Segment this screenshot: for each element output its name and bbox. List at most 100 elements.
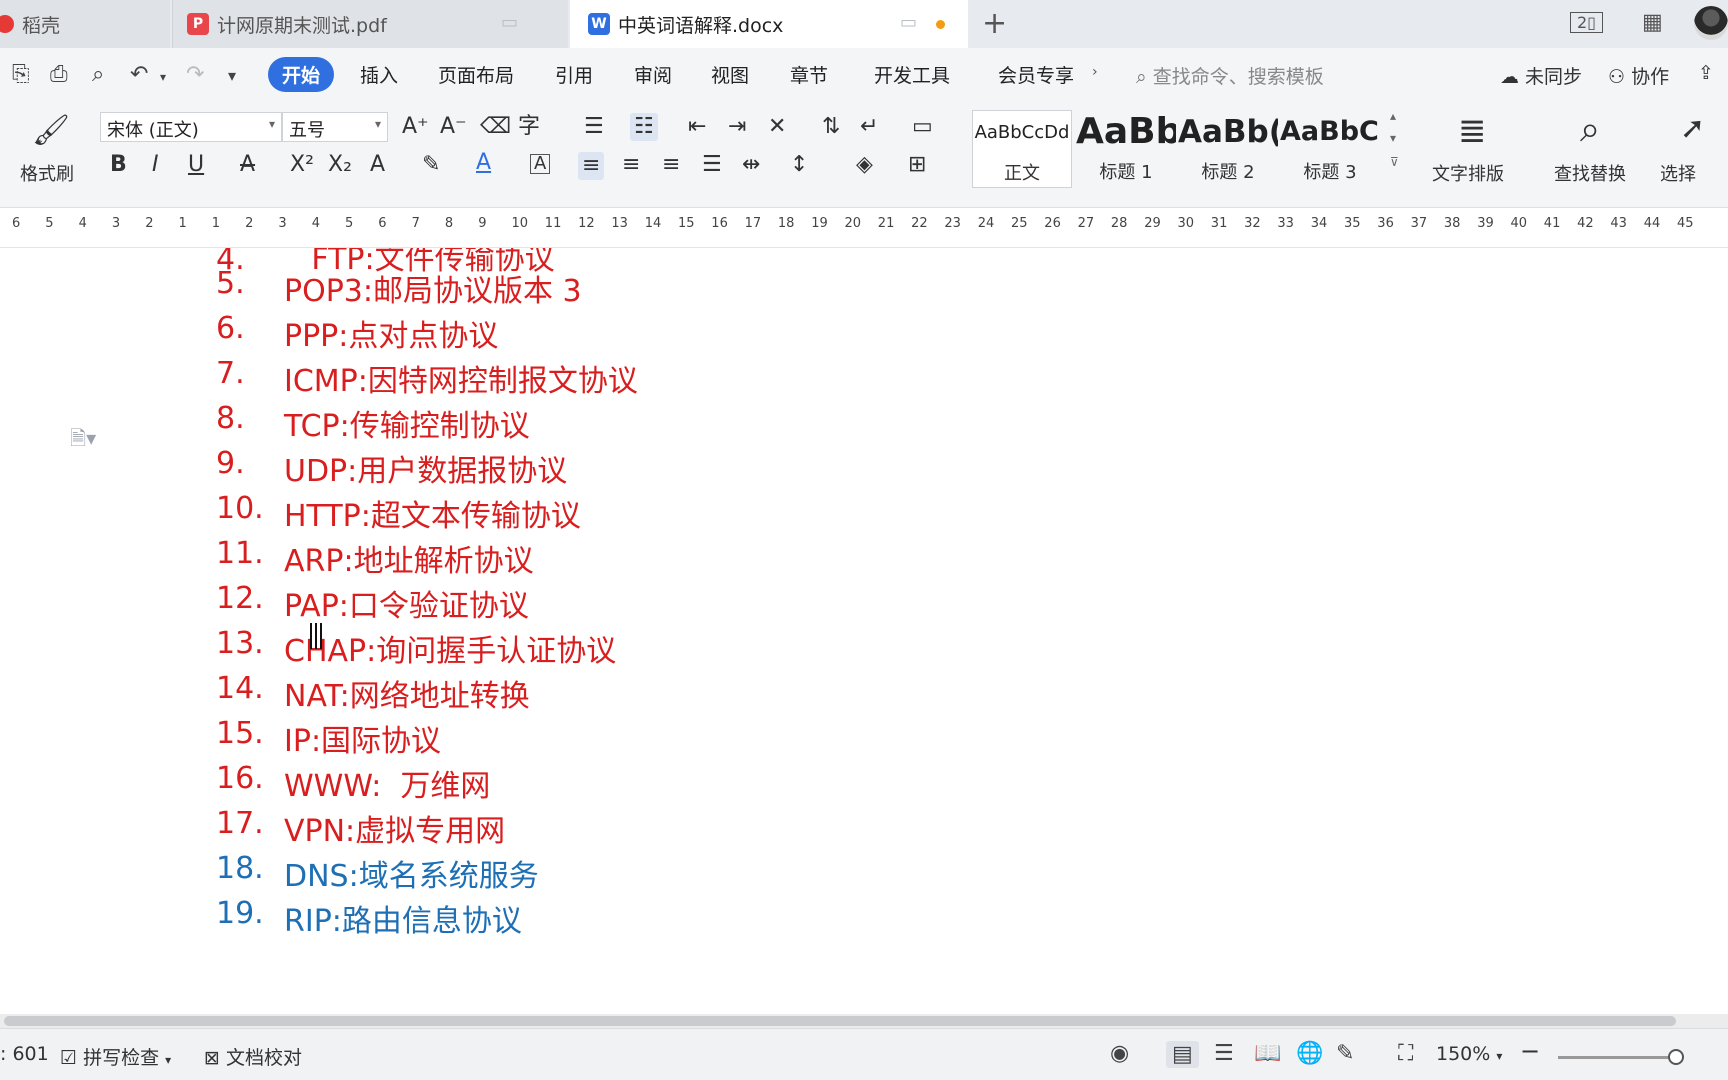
list-text: RIP:路由信息协议 xyxy=(284,904,522,939)
line-spacing-button[interactable]: ↕ xyxy=(790,154,808,176)
scrollbar-thumb[interactable] xyxy=(4,1016,1676,1026)
tab-home[interactable]: 稻壳 xyxy=(0,0,170,48)
tab-docx[interactable]: W 中英词语解释.docx ▭ xyxy=(570,0,968,48)
pinyin-icon[interactable]: 字 xyxy=(518,116,540,138)
doc-check-button[interactable]: ⊠ 文档校对 xyxy=(204,1043,302,1070)
select-label[interactable]: 选择 xyxy=(1660,160,1696,186)
select-cursor-icon[interactable]: ➚ xyxy=(1680,114,1705,144)
menu-home[interactable]: 开始 xyxy=(268,57,335,92)
numbered-list-icon[interactable]: ☷ xyxy=(630,113,658,141)
apps-grid-icon[interactable]: ▦ xyxy=(1642,10,1663,35)
document-area[interactable]: 4. FTP:文件传输协议 🗎▾ 5. POP3:邮局协议版本 3 6. PPP:点对… xyxy=(0,248,1728,1014)
highlight-icon[interactable]: ✎ xyxy=(422,154,440,176)
bullet-list-icon[interactable]: ☰ xyxy=(584,116,604,138)
italic-button[interactable]: I xyxy=(152,154,159,176)
menu-developer[interactable]: 开发工具 xyxy=(874,61,950,88)
chinese-layout-icon[interactable]: ✕ xyxy=(768,116,786,138)
show-marks-icon[interactable]: ↵ xyxy=(860,116,878,138)
grow-font-icon[interactable]: A⁺ xyxy=(402,116,429,138)
menu-member[interactable]: 会员专享 xyxy=(998,61,1074,88)
text-effect-button[interactable]: A xyxy=(370,154,385,176)
font-size-select[interactable]: 五号 ▾ xyxy=(282,112,388,142)
text-layout-icon[interactable]: ≣ xyxy=(1458,114,1487,148)
font-name-select[interactable]: 宋体 (正文) ▾ xyxy=(100,112,282,142)
zoom-slider[interactable] xyxy=(1558,1056,1676,1059)
sync-button[interactable]: ☁ 未同步 xyxy=(1500,62,1582,89)
page-view-icon[interactable]: ▤ xyxy=(1166,1041,1199,1068)
zoom-select[interactable]: 150% ▾ xyxy=(1436,1043,1502,1065)
zoom-slider-handle[interactable] xyxy=(1668,1049,1684,1065)
font-color-button[interactable]: A xyxy=(476,152,491,174)
justify-button[interactable]: ☰ xyxy=(702,154,722,176)
style-heading-2[interactable]: AaBb( 标题 2 xyxy=(1178,110,1278,188)
menu-view[interactable]: 视图 xyxy=(711,61,749,88)
format-painter-label[interactable]: 格式刷 xyxy=(20,160,74,186)
bold-button[interactable]: B xyxy=(110,154,127,176)
strikethrough-button[interactable]: A xyxy=(240,154,255,176)
superscript-button[interactable]: X² xyxy=(290,154,314,176)
share-icon[interactable]: ⇪ xyxy=(1698,62,1714,84)
undo-icon[interactable]: ↶ xyxy=(130,62,148,87)
file-icon[interactable]: ⎘ xyxy=(12,62,30,87)
style-normal[interactable]: AaBbCcDd 正文 xyxy=(972,110,1072,188)
text-layout-label[interactable]: 文字排版 xyxy=(1432,160,1504,186)
distribute-button[interactable]: ⇹ xyxy=(742,154,760,176)
search-icon[interactable]: ⌕ xyxy=(1580,112,1600,148)
align-center-button[interactable]: ≡ xyxy=(622,154,640,176)
menu-review[interactable]: 审阅 xyxy=(634,61,672,88)
find-replace-label[interactable]: 查找替换 xyxy=(1554,160,1626,186)
shrink-font-icon[interactable]: A⁻ xyxy=(440,116,467,138)
style-scroll-down-icon[interactable]: ▾ xyxy=(1390,132,1396,144)
chevron-down-icon: ▾ xyxy=(165,1053,172,1067)
ruler[interactable]: 6 5 4 3 2 1 1 2 3 4 5 6 7 8 9 10 11 12 13 14 15 16 17 18 19 20 21 2… xyxy=(0,208,1728,248)
increase-indent-icon[interactable]: ⇥ xyxy=(728,116,746,138)
screen-icon[interactable]: ▭ xyxy=(900,12,917,33)
print-preview-icon[interactable]: ⌕ xyxy=(92,62,104,87)
spell-check-button[interactable]: ☑ 拼写检查 ▾ xyxy=(60,1043,171,1070)
reading-view-icon[interactable]: 📖 xyxy=(1254,1041,1281,1066)
menu-references[interactable]: 引用 xyxy=(555,61,593,88)
horizontal-scrollbar[interactable] xyxy=(0,1014,1728,1028)
paragraph-layout-icon[interactable]: 🗎▾ xyxy=(70,424,96,458)
more-menu-icon[interactable]: › xyxy=(1092,64,1098,80)
screen-icon[interactable]: ▭ xyxy=(501,12,518,33)
borders-button[interactable]: ⊞ xyxy=(908,154,926,176)
collab-button[interactable]: ⚇ 协作 xyxy=(1608,62,1669,89)
decrease-indent-icon[interactable]: ⇤ xyxy=(688,116,706,138)
new-tab-button[interactable]: + xyxy=(982,6,1007,41)
menu-chapter[interactable]: 章节 xyxy=(790,61,828,88)
clear-format-icon[interactable]: ⌫ xyxy=(480,116,511,138)
format-painter-icon[interactable]: 🖌 xyxy=(32,116,70,146)
write-view-icon[interactable]: ✎ xyxy=(1336,1041,1354,1066)
style-expand-icon[interactable]: ⊽ xyxy=(1390,156,1399,168)
avatar[interactable] xyxy=(1694,6,1728,40)
menu-insert[interactable]: 插入 xyxy=(360,61,398,88)
style-heading-1[interactable]: AaBb 标题 1 xyxy=(1076,110,1176,188)
search-box[interactable]: ⌕ 查找命令、搜索模板 xyxy=(1136,62,1324,89)
style-sample: AaBbCcDd xyxy=(974,122,1070,143)
align-left-button[interactable]: ≡ xyxy=(578,152,605,180)
menu-page-layout[interactable]: 页面布局 xyxy=(438,61,514,88)
subscript-button[interactable]: X₂ xyxy=(328,154,352,176)
zoom-out-button[interactable]: − xyxy=(1520,1037,1540,1065)
redo-icon[interactable]: ↷ xyxy=(186,62,204,87)
undo-dropdown-icon[interactable]: ▾ xyxy=(160,70,166,84)
sort-icon[interactable]: ⇅ xyxy=(822,116,840,138)
web-view-icon[interactable]: 🌐 xyxy=(1296,1041,1323,1066)
word-count[interactable]: : 601 xyxy=(0,1043,49,1065)
table-ruler-icon[interactable]: ▭ xyxy=(912,116,933,138)
shading-button[interactable]: ◈ xyxy=(856,154,873,176)
window-count-icon[interactable]: 2▯ xyxy=(1570,12,1603,33)
underline-button[interactable]: U xyxy=(188,154,204,176)
quick-access-dropdown-icon[interactable]: ▾ xyxy=(228,66,236,85)
align-right-button[interactable]: ≡ xyxy=(662,154,680,176)
char-border-button[interactable]: A xyxy=(530,154,551,174)
style-heading-3[interactable]: AaBbC( 标题 3 xyxy=(1280,110,1380,188)
style-scroll-up-icon[interactable]: ▴ xyxy=(1390,110,1396,122)
print-icon[interactable]: ⎙ xyxy=(50,62,68,87)
eye-protection-icon[interactable]: ◉ xyxy=(1110,1041,1129,1066)
tab-pdf[interactable]: P 计网原期末测试.pdf ▭ xyxy=(172,0,568,48)
ruler-number: 36 xyxy=(1377,216,1394,231)
outline-view-icon[interactable]: ☰ xyxy=(1214,1041,1234,1066)
fit-page-icon[interactable]: ⛶ xyxy=(1398,1041,1413,1066)
